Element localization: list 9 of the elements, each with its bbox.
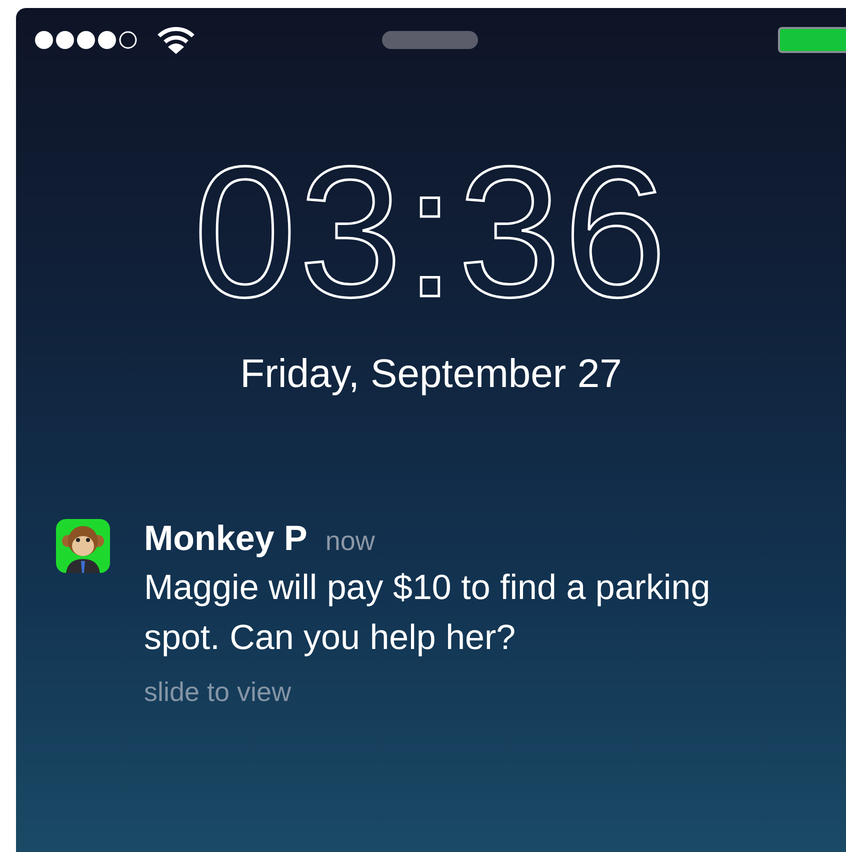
- slide-hint[interactable]: slide to view: [144, 677, 794, 708]
- monkey-app-icon: [56, 519, 110, 573]
- app-name: Monkey P: [144, 519, 308, 559]
- date-label: Friday, September 27: [240, 352, 622, 397]
- clock-time: 03:36: [193, 148, 669, 318]
- notification-message: Maggie will pay $10 to find a parking spot. Can you help her?: [144, 567, 712, 659]
- notification-time: now: [325, 526, 375, 557]
- wifi-icon: [156, 25, 196, 55]
- battery-icon: [778, 27, 846, 53]
